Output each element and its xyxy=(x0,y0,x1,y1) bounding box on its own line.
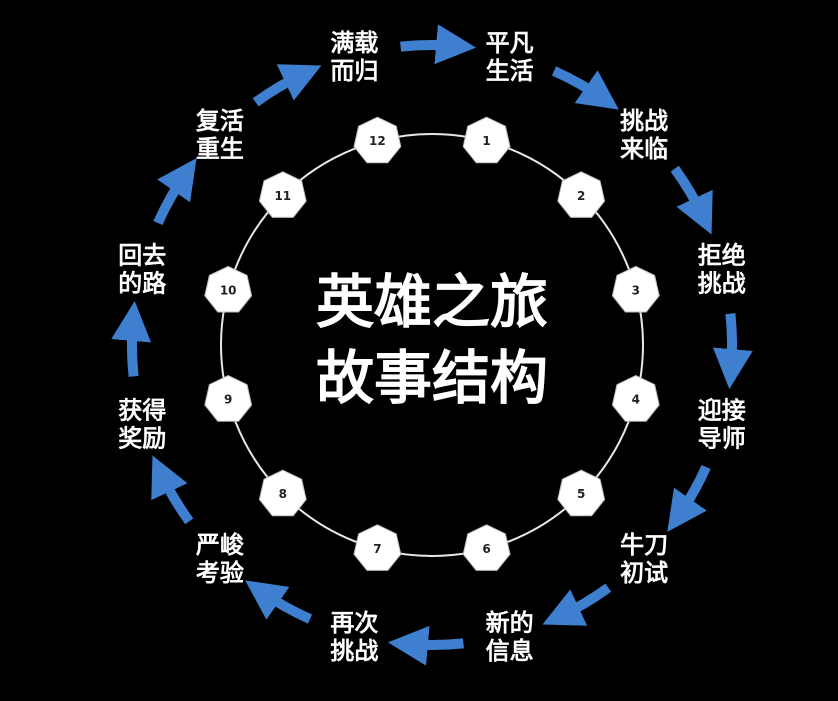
stage-label-line2: 来临 xyxy=(620,135,668,163)
stage-label-11: 复活重生 xyxy=(195,107,244,163)
stage-label-line2: 挑战 xyxy=(330,637,378,665)
stage-label-line1: 获得 xyxy=(118,397,166,425)
stage-node-3: 3 xyxy=(611,265,660,313)
stage-label-line1: 复活 xyxy=(195,107,244,135)
flow-arrow xyxy=(387,625,464,666)
stage-node-number: 5 xyxy=(577,487,585,501)
stage-label-8: 严峻考验 xyxy=(196,531,245,587)
hero-journey-diagram: 123456789101112 平凡生活挑战来临拒绝挑战迎接导师牛刀初试新的信息… xyxy=(111,24,753,666)
stage-label-line1: 牛刀 xyxy=(620,531,668,559)
flow-arrow xyxy=(245,580,313,624)
flow-arrow xyxy=(153,158,197,226)
stage-label-line2: 生活 xyxy=(486,57,534,85)
title-line1: 英雄之旅 xyxy=(316,268,548,336)
stage-label-line2: 初试 xyxy=(620,559,668,587)
stage-node-number: 3 xyxy=(632,283,640,297)
stage-label-line2: 挑战 xyxy=(698,269,746,297)
stage-label-line2: 重生 xyxy=(196,135,244,163)
flow-arrow xyxy=(542,583,612,626)
stage-node-4: 4 xyxy=(611,375,660,422)
flow-arrow xyxy=(712,313,753,390)
stage-label-3: 拒绝挑战 xyxy=(698,241,746,297)
flow-arrow xyxy=(670,165,713,235)
stage-label-5: 牛刀初试 xyxy=(620,531,668,587)
stage-node-number: 4 xyxy=(632,393,640,407)
flow-arrow xyxy=(551,66,619,110)
stage-label-12: 满载而归 xyxy=(330,29,378,85)
stage-node-number: 12 xyxy=(369,134,386,148)
stage-node-number: 11 xyxy=(274,189,291,203)
stage-label-line2: 的路 xyxy=(118,269,167,297)
stage-label-line2: 考验 xyxy=(196,559,244,587)
stage-label-6: 新的信息 xyxy=(486,609,534,665)
stage-label-line1: 新的 xyxy=(486,609,534,637)
stage-node-number: 2 xyxy=(577,189,585,203)
stage-label-line1: 迎接 xyxy=(698,397,746,425)
stage-node-9: 9 xyxy=(204,375,253,422)
stage-label-line2: 奖励 xyxy=(118,425,166,453)
stage-label-2: 挑战来临 xyxy=(620,107,668,163)
stage-label-line1: 平凡 xyxy=(486,29,534,57)
stage-label-line2: 导师 xyxy=(698,425,746,453)
flow-arrow xyxy=(111,300,152,377)
stage-node-number: 8 xyxy=(279,487,287,501)
stage-node-12: 12 xyxy=(353,116,402,164)
stage-node-number: 1 xyxy=(482,134,490,148)
flow-arrow xyxy=(400,24,477,65)
stage-node-10: 10 xyxy=(204,265,253,313)
stage-label-line2: 而归 xyxy=(330,57,378,85)
stage-label-10: 回去的路 xyxy=(118,241,167,297)
stage-label-line1: 再次 xyxy=(330,609,378,637)
title-line2: 故事结构 xyxy=(316,344,548,412)
flow-arrow xyxy=(151,455,194,525)
stage-node-1: 1 xyxy=(462,116,511,164)
stage-node-number: 10 xyxy=(220,283,237,297)
stage-label-line1: 拒绝 xyxy=(698,241,746,269)
stage-label-line2: 信息 xyxy=(486,637,534,665)
stage-label-9: 获得奖励 xyxy=(118,397,166,453)
stage-node-number: 7 xyxy=(373,542,381,556)
stage-node-7: 7 xyxy=(353,524,402,571)
stage-label-line1: 满载 xyxy=(330,29,378,57)
flow-arrow xyxy=(667,464,711,532)
stage-label-1: 平凡生活 xyxy=(486,29,534,85)
stage-label-line1: 回去 xyxy=(118,241,166,269)
stage-node-number: 6 xyxy=(482,542,490,556)
stage-node-6: 6 xyxy=(462,524,511,571)
stage-node-11: 11 xyxy=(258,171,307,218)
stage-label-4: 迎接导师 xyxy=(698,397,746,453)
stage-node-number: 9 xyxy=(224,393,232,407)
stage-label-line1: 严峻 xyxy=(196,531,245,559)
stage-label-7: 再次挑战 xyxy=(330,609,378,665)
stage-node-2: 2 xyxy=(557,171,606,218)
flow-arrow xyxy=(252,64,322,107)
stage-label-line1: 挑战 xyxy=(620,107,668,135)
